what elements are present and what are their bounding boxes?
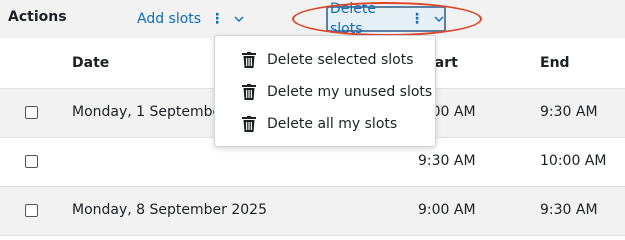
column-header-date: Date [72,55,110,71]
menu-item-delete-all[interactable]: Delete all my slots [215,108,435,140]
delete-slots-button[interactable]: Delete slots ⋮ [326,1,446,37]
row-checkbox[interactable] [25,204,38,217]
kebab-icon: ⋮ [210,11,225,27]
cell-end: 9:30 AM [540,202,598,218]
menu-item-label: Delete my unused slots [267,84,433,100]
cell-date: Monday, 8 September 2025 [72,202,267,218]
table-row: Monday, 8 September 2025 9:00 AM 9:30 AM [0,187,625,236]
trash-icon [242,116,256,132]
delete-slots-label: Delete slots [330,1,376,37]
actions-toolbar: Actions Add slots ⋮ Delete slots ⋮ [0,0,625,39]
trash-icon [242,52,256,68]
add-slots-button[interactable]: Add slots ⋮ [137,9,244,29]
menu-item-label: Delete all my slots [267,116,398,132]
trash-icon [242,84,256,100]
row-checkbox[interactable] [25,155,38,168]
cell-start: 9:30 AM [418,153,476,169]
cell-end: 10:00 AM [540,153,607,169]
chevron-down-icon [234,9,244,29]
cell-start: 9:00 AM [418,202,476,218]
row-checkbox[interactable] [25,106,38,119]
cell-end: 9:30 AM [540,104,598,120]
column-header-end: End [540,55,570,71]
kebab-icon: ⋮ [410,11,424,27]
delete-slots-menu: Delete selected slots Delete my unused s… [214,35,436,147]
menu-item-delete-selected[interactable]: Delete selected slots [215,44,435,76]
add-slots-label: Add slots [137,11,202,27]
menu-item-label: Delete selected slots [267,52,414,68]
chevron-down-icon [434,9,444,29]
actions-label: Actions [8,9,67,25]
menu-item-delete-unused[interactable]: Delete my unused slots [215,76,435,108]
